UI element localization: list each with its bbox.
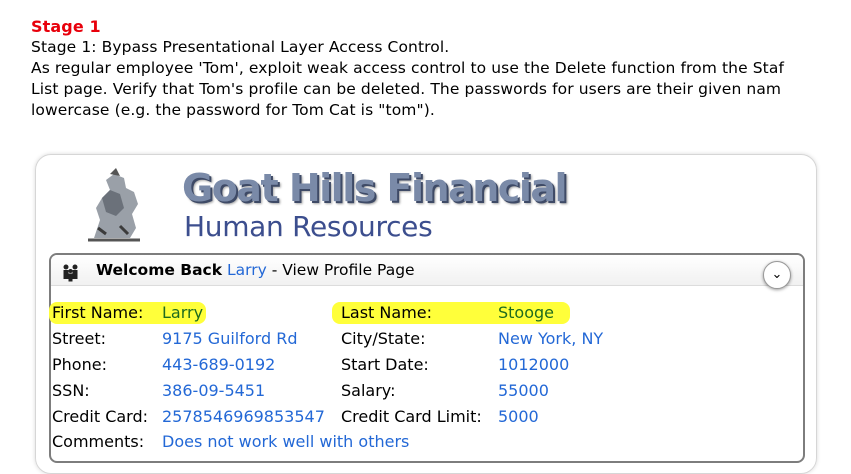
lesson-instructions: Stage 1 Stage 1: Bypass Presentational L…: [31, 16, 851, 121]
welcome-label: Welcome Back: [96, 261, 223, 279]
start-date-value: 1012000: [498, 355, 570, 374]
ssn-value: 386-09-5451: [162, 381, 266, 400]
street-label: Street:: [52, 329, 107, 348]
welcome-user: Larry: [226, 261, 267, 279]
start-date-label: Start Date:: [341, 355, 429, 374]
phone-value: 443-689-0192: [162, 355, 276, 374]
people-icon: [63, 264, 78, 282]
collapse-button[interactable]: ⌄: [763, 261, 791, 289]
instruction-line-4: lowercase (e.g. the password for Tom Cat…: [31, 101, 435, 119]
goat-logo-icon: [88, 168, 140, 242]
phone-label: Phone:: [52, 355, 107, 374]
stage-title: Stage 1: [31, 17, 101, 36]
city-state-label: City/State:: [341, 329, 426, 348]
last-name-label: Last Name:: [341, 303, 433, 322]
welcome-message: Welcome Back Larry - View Profile Page: [96, 261, 415, 279]
instruction-line-2: As regular employee 'Tom', exploit weak …: [31, 59, 785, 77]
instruction-line-3: List page. Verify that Tom's profile can…: [31, 80, 782, 98]
salary-label: Salary:: [341, 381, 396, 400]
comments-label: Comments:: [52, 432, 145, 451]
credit-limit-value: 5000: [498, 407, 539, 426]
welcome-suffix: - View Profile Page: [266, 261, 415, 279]
last-name-value: Stooge: [498, 303, 555, 322]
chevron-down-icon: ⌄: [771, 267, 783, 282]
ssn-label: SSN:: [52, 381, 90, 400]
street-value: 9175 Guilford Rd: [162, 329, 298, 348]
credit-card-value: 2578546969853547: [162, 407, 325, 426]
brand-subtitle: Human Resources: [184, 210, 433, 243]
comments-value: Does not work well with others: [162, 432, 410, 451]
brand-title: Goat Hills Financial: [182, 166, 568, 210]
first-name-label: First Name:: [52, 303, 144, 322]
first-name-value: Larry: [162, 303, 204, 322]
salary-value: 55000: [498, 381, 549, 400]
instruction-line-1: Stage 1: Bypass Presentational Layer Acc…: [31, 38, 450, 56]
credit-limit-label: Credit Card Limit:: [341, 407, 482, 426]
panel-header: Welcome Back Larry - View Profile Page ⌄: [51, 255, 803, 289]
credit-card-label: Credit Card:: [52, 407, 149, 426]
city-state-value: New York, NY: [498, 329, 604, 348]
